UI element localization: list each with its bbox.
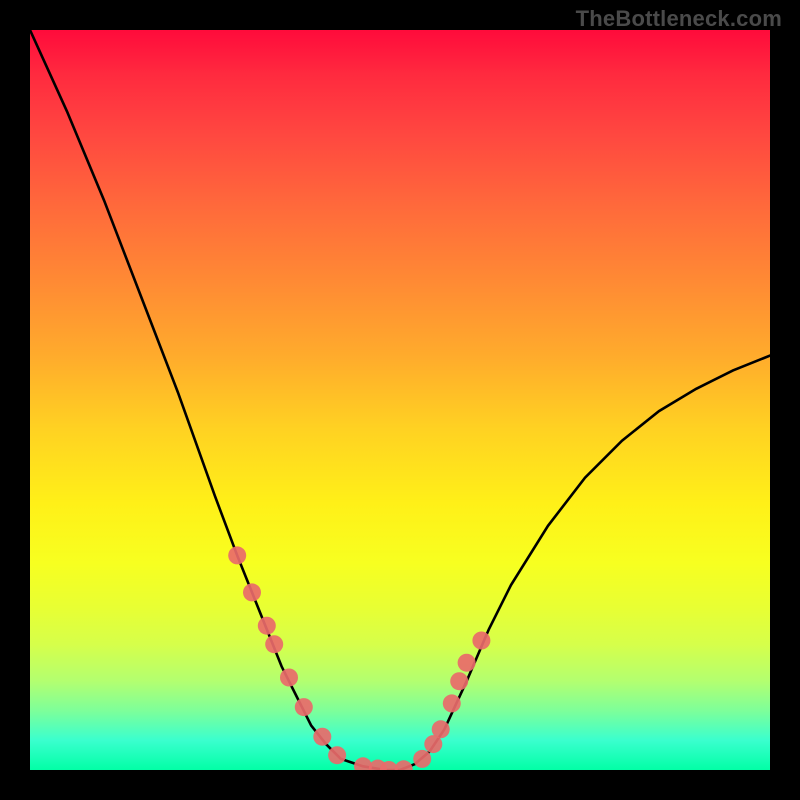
gpu-point — [228, 546, 246, 564]
gpu-point — [280, 669, 298, 687]
gpu-point — [413, 750, 431, 768]
gpu-point — [395, 760, 413, 770]
gpu-point — [258, 617, 276, 635]
gpu-point — [472, 632, 490, 650]
bottleneck-curve — [30, 30, 770, 770]
watermark-text: TheBottleneck.com — [576, 6, 782, 32]
gpu-point — [354, 757, 372, 770]
gpu-point — [295, 698, 313, 716]
gpu-point — [380, 761, 398, 770]
gpu-point — [369, 760, 387, 770]
gpu-point — [265, 635, 283, 653]
gpu-points — [228, 546, 490, 770]
gpu-point — [313, 728, 331, 746]
gpu-point — [458, 654, 476, 672]
gpu-point — [424, 735, 442, 753]
chart-frame: TheBottleneck.com — [0, 0, 800, 800]
gpu-point — [243, 583, 261, 601]
gpu-point — [450, 672, 468, 690]
curve-layer — [30, 30, 770, 770]
gpu-point — [432, 720, 450, 738]
gpu-point — [328, 746, 346, 764]
plot-area — [30, 30, 770, 770]
gpu-point — [443, 694, 461, 712]
